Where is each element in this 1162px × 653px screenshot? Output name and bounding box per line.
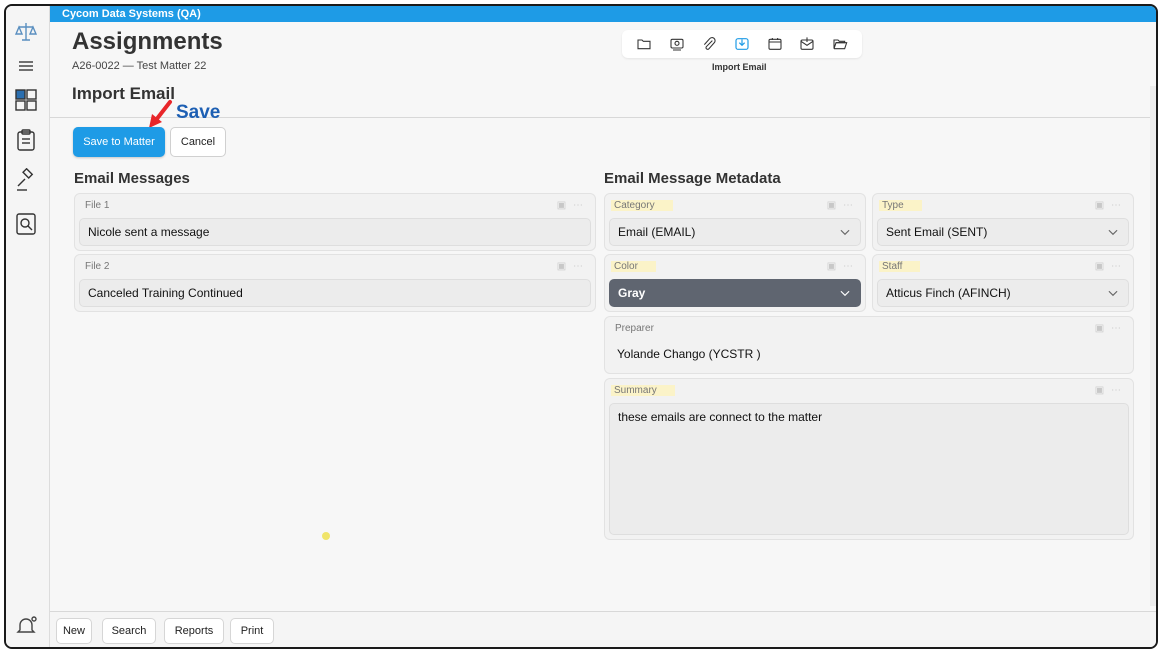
import-email-icon[interactable] bbox=[733, 35, 751, 53]
import-toolbar bbox=[622, 30, 862, 58]
folder-icon[interactable] bbox=[635, 35, 653, 53]
file-1-label: File 1 bbox=[85, 200, 110, 211]
paperclip-icon[interactable] bbox=[700, 35, 718, 53]
file-1-field[interactable]: Nicole sent a message bbox=[79, 218, 591, 246]
card-actions-icon[interactable]: ▣ ⋯ bbox=[1095, 261, 1123, 272]
card-actions-icon[interactable]: ▣ ⋯ bbox=[827, 200, 855, 211]
color-card: Color ▣ ⋯ Gray bbox=[604, 254, 866, 312]
category-value: Email (EMAIL) bbox=[618, 225, 696, 239]
email-messages-heading: Email Messages bbox=[74, 170, 190, 187]
page-title: Assignments bbox=[72, 28, 223, 55]
search-button[interactable]: Search bbox=[102, 618, 156, 644]
file-2-field[interactable]: Canceled Training Continued bbox=[79, 279, 591, 307]
color-select[interactable]: Gray bbox=[609, 279, 861, 307]
card-actions-icon[interactable]: ▣ ⋯ bbox=[827, 261, 855, 272]
save-annotation-label: Save bbox=[176, 102, 221, 123]
card-actions-icon[interactable]: ▣ ⋯ bbox=[1095, 385, 1123, 396]
chevron-down-icon bbox=[1108, 290, 1118, 297]
red-arrow-icon bbox=[149, 100, 172, 128]
print-button[interactable]: Print bbox=[230, 618, 274, 644]
category-label: Category bbox=[611, 200, 673, 211]
matter-subtitle: A26-0022 — Test Matter 22 bbox=[72, 60, 207, 72]
summary-card: Summary ▣ ⋯ these emails are connect to … bbox=[604, 378, 1134, 540]
file-2-label: File 2 bbox=[85, 261, 110, 272]
preparer-label: Preparer bbox=[615, 323, 654, 334]
toolbar-active-label: Import Email bbox=[712, 62, 767, 72]
page-header: Assignments A26-0022 — Test Matter 22 Im… bbox=[50, 22, 1156, 123]
type-label: Type bbox=[879, 200, 922, 211]
file-2-card: File 2 ▣ ⋯ Canceled Training Continued bbox=[74, 254, 596, 312]
summary-label: Summary bbox=[611, 385, 675, 396]
type-card: Type ▣ ⋯ Sent Email (SENT) bbox=[872, 193, 1134, 251]
export-mail-icon[interactable] bbox=[798, 35, 816, 53]
category-card: Category ▣ ⋯ Email (EMAIL) bbox=[604, 193, 866, 251]
scales-logo-icon[interactable] bbox=[14, 20, 38, 44]
cursor-indicator bbox=[322, 532, 330, 540]
folder-open-icon[interactable] bbox=[831, 35, 849, 53]
vertical-scrollbar[interactable] bbox=[1150, 86, 1156, 606]
reports-button[interactable]: Reports bbox=[164, 618, 224, 644]
preparer-value: Yolande Chango (YCSTR ) bbox=[617, 347, 761, 361]
hamburger-menu-icon[interactable] bbox=[14, 54, 38, 78]
chevron-down-icon bbox=[1108, 229, 1118, 236]
staff-value: Atticus Finch (AFINCH) bbox=[886, 286, 1011, 300]
footer-bar: New Search Reports Print bbox=[50, 611, 1156, 647]
summary-textarea[interactable]: these emails are connect to the matter bbox=[609, 403, 1129, 535]
window-titlebar: Cycom Data Systems (QA) bbox=[50, 6, 1156, 22]
new-button[interactable]: New bbox=[56, 618, 92, 644]
chevron-down-icon bbox=[840, 290, 850, 297]
clipboard-icon[interactable] bbox=[14, 128, 38, 152]
staff-card: Staff ▣ ⋯ Atticus Finch (AFINCH) bbox=[872, 254, 1134, 312]
dashboard-icon[interactable] bbox=[14, 88, 38, 112]
card-actions-icon[interactable]: ▣ ⋯ bbox=[1095, 200, 1123, 211]
preparer-card: Preparer ▣ ⋯ Yolande Chango (YCSTR ) bbox=[604, 316, 1134, 374]
card-actions-icon[interactable]: ▣ ⋯ bbox=[557, 261, 585, 272]
chevron-down-icon bbox=[840, 229, 850, 236]
file-1-card: File 1 ▣ ⋯ Nicole sent a message bbox=[74, 193, 596, 251]
staff-label: Staff bbox=[879, 261, 921, 272]
cancel-button[interactable]: Cancel bbox=[170, 127, 226, 157]
app-window: Cycom Data Systems (QA) Assignments A26-… bbox=[4, 4, 1158, 649]
camera-icon[interactable] bbox=[668, 35, 686, 53]
color-value: Gray bbox=[618, 286, 646, 300]
left-rail bbox=[6, 6, 50, 647]
search-document-icon[interactable] bbox=[14, 212, 38, 236]
card-actions-icon[interactable]: ▣ ⋯ bbox=[1095, 323, 1123, 334]
notification-bell-icon[interactable] bbox=[14, 614, 38, 638]
card-actions-icon[interactable]: ▣ ⋯ bbox=[557, 200, 585, 211]
color-label: Color bbox=[611, 261, 656, 272]
type-value: Sent Email (SENT) bbox=[886, 225, 988, 239]
gavel-icon[interactable] bbox=[14, 168, 38, 192]
calendar-icon[interactable] bbox=[766, 35, 784, 53]
category-select[interactable]: Email (EMAIL) bbox=[609, 218, 861, 246]
metadata-heading: Email Message Metadata bbox=[604, 170, 781, 187]
staff-select[interactable]: Atticus Finch (AFINCH) bbox=[877, 279, 1129, 307]
type-select[interactable]: Sent Email (SENT) bbox=[877, 218, 1129, 246]
save-to-matter-button[interactable]: Save to Matter bbox=[73, 127, 165, 157]
